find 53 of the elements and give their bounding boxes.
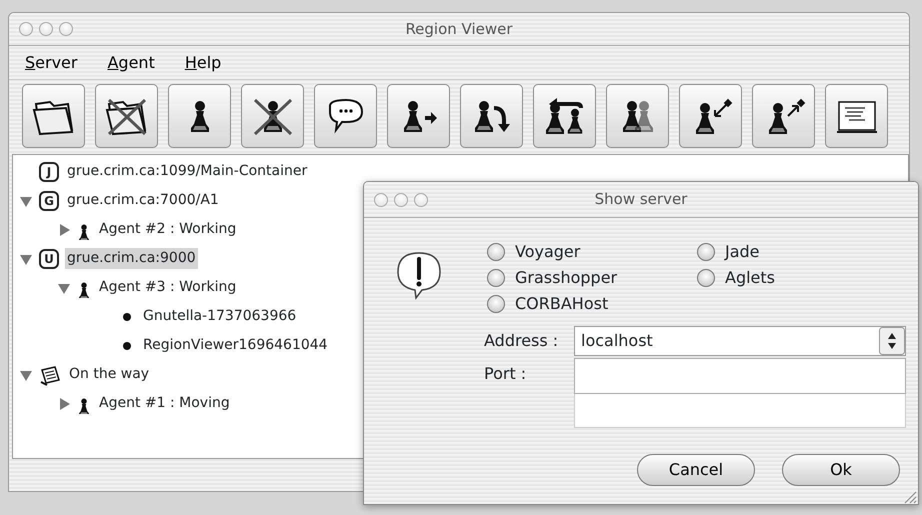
menu-item[interactable]: Agent — [107, 50, 155, 74]
toolbar-button[interactable] — [314, 84, 377, 148]
tree-item[interactable]: grue.crim.ca:7000/A1 — [65, 190, 221, 211]
port-field[interactable] — [574, 358, 906, 394]
tree-item[interactable]: Agent #3 : Working — [97, 277, 238, 298]
tree-item[interactable]: grue.crim.ca:1099/Main-Container — [65, 161, 310, 182]
radio-label: Jade — [725, 241, 760, 263]
tree-item[interactable]: Agent #2 : Working — [97, 219, 238, 240]
resize-grip-icon[interactable] — [903, 490, 917, 504]
toolbar-button[interactable] — [679, 84, 742, 148]
toolbar-button[interactable] — [752, 84, 815, 148]
tree-item[interactable]: grue.crim.ca:9000 — [65, 248, 198, 269]
toolbar-button[interactable] — [533, 84, 596, 148]
radio-button[interactable] — [487, 295, 505, 313]
dialog-button[interactable]: Cancel — [637, 454, 755, 486]
window-title: Region Viewer — [405, 20, 513, 38]
dialog-button[interactable]: Ok — [782, 454, 900, 486]
menu-item[interactable]: Server — [25, 50, 78, 74]
tree-item[interactable]: Gnutella-1737063966 — [141, 306, 298, 327]
collapsed-triangle-icon[interactable] — [57, 396, 71, 410]
menu-item[interactable]: Help — [184, 50, 222, 74]
toolbar-button[interactable] — [460, 84, 523, 148]
field-label: Port : — [484, 363, 528, 385]
toolbar-button[interactable] — [22, 84, 85, 148]
server-icon: J — [39, 162, 59, 182]
toolbar-button[interactable] — [387, 84, 450, 148]
transit-icon — [39, 364, 61, 386]
radio-button[interactable] — [487, 269, 505, 287]
bullet-icon — [123, 342, 131, 350]
field-label: Address : — [484, 330, 560, 352]
tree-item[interactable]: Agent #1 : Moving — [97, 393, 232, 414]
address-dropdown[interactable]: localhost — [574, 326, 906, 356]
toolbar-button[interactable] — [95, 84, 158, 148]
radio-label: Grasshopper — [515, 267, 618, 289]
radio-label: Voyager — [515, 241, 580, 263]
alert-icon — [396, 250, 442, 302]
tree-item[interactable]: On the way — [67, 364, 152, 385]
radio-button[interactable] — [697, 243, 715, 261]
tree-item[interactable]: RegionViewer1696461044 — [141, 335, 330, 356]
toolbar-button[interactable] — [168, 84, 231, 148]
toolbar-button[interactable] — [606, 84, 669, 148]
toolbar-button[interactable] — [241, 84, 304, 148]
radio-label: Aglets — [725, 267, 775, 289]
bullet-icon — [123, 312, 131, 320]
server-icon: G — [39, 190, 59, 210]
radio-label: CORBAHost — [515, 293, 608, 315]
collapsed-triangle-icon[interactable] — [57, 222, 71, 236]
radio-button[interactable] — [697, 269, 715, 287]
dropdown-arrows-icon[interactable] — [879, 327, 905, 355]
toolbar-button[interactable] — [825, 84, 888, 148]
radio-button[interactable] — [487, 243, 505, 261]
dialog-title: Show server — [594, 190, 688, 208]
server-icon: U — [39, 248, 59, 268]
